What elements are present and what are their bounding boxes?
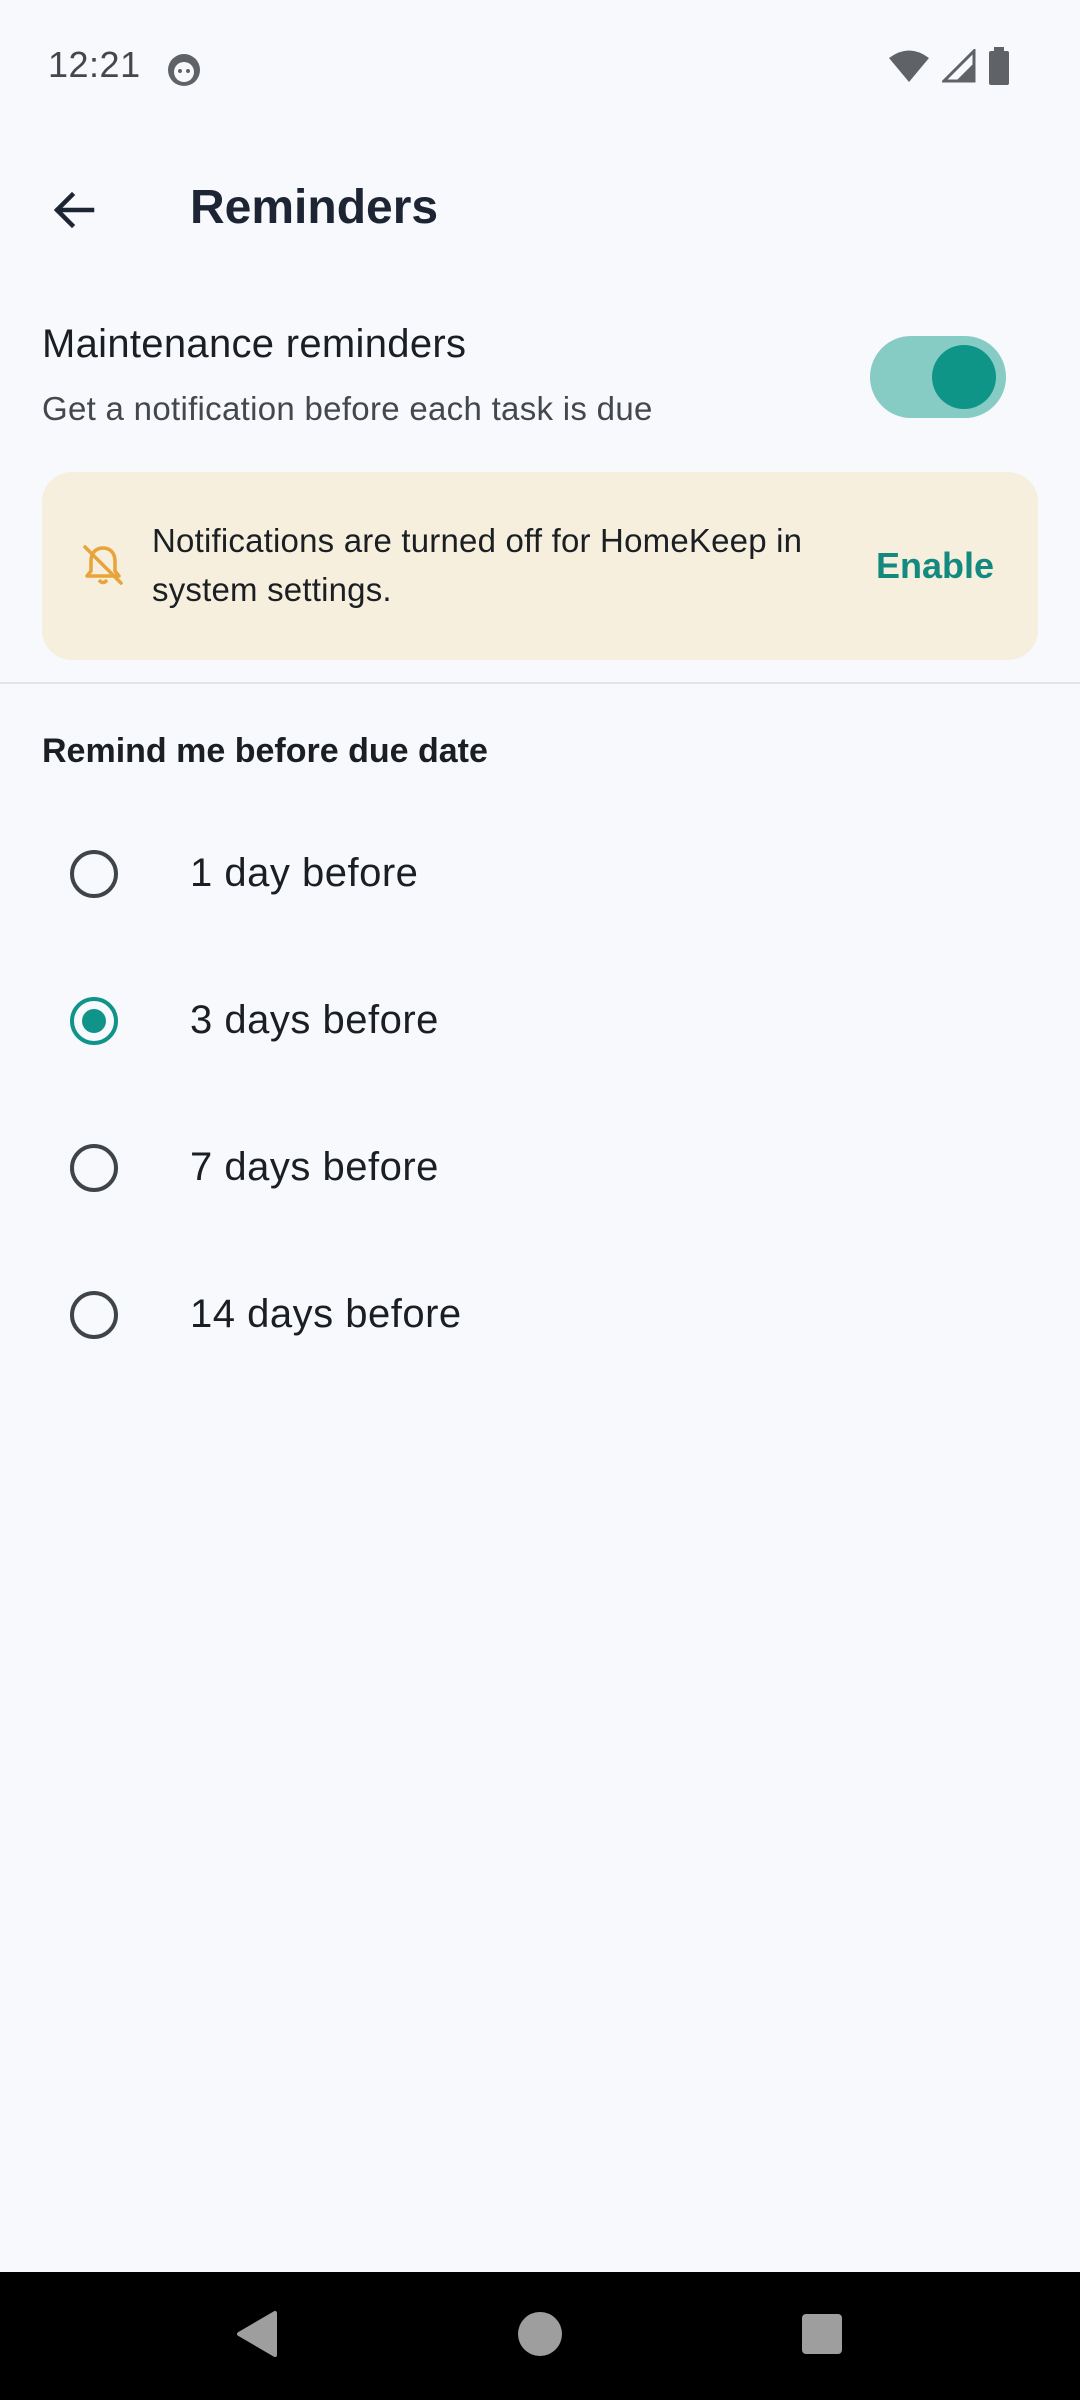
maintenance-reminders-toggle[interactable]: [870, 336, 1006, 418]
arrow-back-icon: [50, 186, 98, 239]
radio-button-selected[interactable]: [70, 996, 118, 1045]
section-header: Remind me before due date: [42, 732, 488, 770]
notifications-off-banner: Notifications are turned off for HomeKee…: [42, 472, 1038, 660]
back-triangle-icon: [233, 2309, 279, 2364]
radio-option-1-day[interactable]: 1 day before: [0, 800, 1080, 947]
toggle-thumb: [932, 345, 996, 409]
top-app-bar: Reminders: [0, 140, 1080, 280]
nav-back-button[interactable]: [226, 2306, 286, 2366]
status-time: 12:21: [48, 44, 141, 85]
radio-option-3-days[interactable]: 3 days before: [0, 947, 1080, 1094]
battery-icon: [988, 46, 1010, 90]
banner-message: Notifications are turned off for HomeKee…: [152, 522, 803, 608]
switch-title: Maintenance reminders: [42, 322, 467, 366]
wifi-icon: [888, 49, 930, 88]
back-button[interactable]: [32, 170, 116, 254]
reminder-options-list: 1 day before 3 days before 7 days before…: [0, 800, 1080, 1388]
recents-square-icon: [801, 2313, 843, 2360]
enable-button[interactable]: Enable: [856, 532, 1014, 600]
cell-signal-icon: [940, 46, 976, 88]
divider: [0, 682, 1080, 684]
page-title: Reminders: [190, 181, 439, 234]
radio-label: 1 day before: [190, 851, 419, 895]
radio-button[interactable]: [70, 1290, 118, 1339]
status-bar: 12:21: [0, 0, 1080, 136]
home-circle-icon: [516, 2310, 564, 2363]
radio-label: 14 days before: [190, 1292, 462, 1336]
screen: 12:21 Reminders Maintenance reminders Ge…: [0, 0, 1080, 2400]
radio-label: 7 days before: [190, 1145, 439, 1189]
switch-subtitle: Get a notification before each task is d…: [42, 390, 653, 427]
radio-button[interactable]: [70, 849, 118, 898]
nav-recents-button[interactable]: [792, 2306, 852, 2366]
radio-option-7-days[interactable]: 7 days before: [0, 1094, 1080, 1241]
nav-home-button[interactable]: [510, 2306, 570, 2366]
radio-option-14-days[interactable]: 14 days before: [0, 1241, 1080, 1388]
notifications-off-icon: [78, 540, 128, 590]
radio-button[interactable]: [70, 1143, 118, 1192]
status-icons: [888, 46, 1010, 90]
radio-label: 3 days before: [190, 998, 439, 1042]
system-navigation-bar: [0, 2272, 1080, 2400]
android-face-icon: [166, 52, 202, 88]
